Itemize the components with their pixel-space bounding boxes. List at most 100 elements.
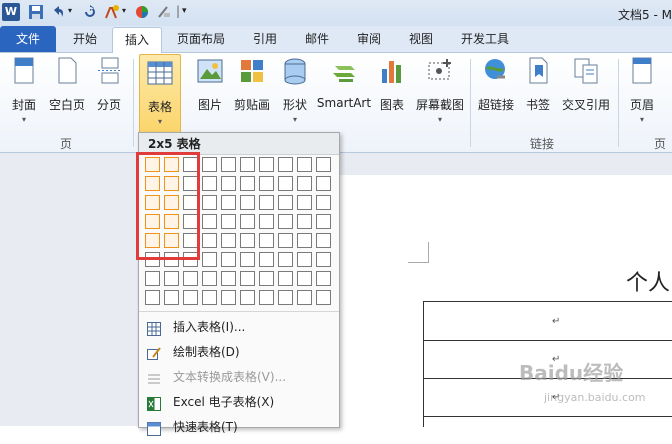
customize-qat-icon[interactable]: ▾ — [182, 6, 187, 16]
table-grid-cell[interactable] — [278, 290, 293, 305]
table-grid-cell[interactable] — [202, 157, 217, 172]
table-grid-cell[interactable] — [240, 157, 255, 172]
table-grid-cell[interactable] — [202, 214, 217, 229]
table-row[interactable]: ↵ — [424, 302, 672, 341]
table-grid-cell[interactable] — [240, 195, 255, 210]
clip-art-button[interactable]: 剪贴画 — [232, 57, 272, 127]
menu-item-excel[interactable]: Excel 电子表格(X) — [139, 390, 339, 414]
table-grid-cell[interactable] — [183, 290, 198, 305]
redo-icon[interactable] — [82, 4, 98, 20]
table-grid-cell[interactable] — [221, 214, 236, 229]
table-grid-cell[interactable] — [221, 176, 236, 191]
table-grid-cell[interactable] — [240, 271, 255, 286]
table-grid-cell[interactable] — [145, 290, 160, 305]
table-grid-cell[interactable] — [297, 176, 312, 191]
table-grid-cell[interactable] — [240, 214, 255, 229]
table-grid-cell[interactable] — [145, 271, 160, 286]
header-button[interactable]: 页眉 ▾ — [626, 57, 658, 127]
table-grid-cell[interactable] — [316, 271, 331, 286]
screenshot-button[interactable]: 屏幕截图 ▾ — [412, 57, 468, 127]
table-grid-cell[interactable] — [164, 271, 179, 286]
tab-review[interactable]: 审阅 — [346, 26, 392, 52]
table-button[interactable]: 表格 ▾ — [139, 54, 181, 134]
table-grid-cell[interactable] — [316, 233, 331, 248]
cross-reference-button[interactable]: 交叉引用 — [560, 57, 612, 127]
smartart-button[interactable]: SmartArt — [316, 57, 372, 127]
table-grid-cell[interactable] — [202, 195, 217, 210]
table-grid-cell[interactable] — [278, 195, 293, 210]
undo-dropdown-icon[interactable]: ▾ — [68, 6, 72, 15]
table-grid-cell[interactable] — [297, 290, 312, 305]
table-grid-cell[interactable] — [316, 214, 331, 229]
tab-page-layout[interactable]: 页面布局 — [168, 26, 234, 52]
table-grid-cell[interactable] — [278, 233, 293, 248]
table-grid-cell[interactable] — [221, 252, 236, 267]
menu-item-quick-table[interactable]: 快速表格(T) — [139, 415, 339, 439]
save-icon[interactable] — [28, 4, 44, 20]
table-grid-cell[interactable] — [221, 195, 236, 210]
table-grid-cell[interactable] — [202, 176, 217, 191]
table-grid-cell[interactable] — [240, 176, 255, 191]
cover-page-button[interactable]: 封面 ▾ — [6, 57, 42, 127]
tab-insert[interactable]: 插入 — [112, 27, 162, 54]
picture-button[interactable]: 图片 — [194, 57, 226, 127]
table-grid-cell[interactable] — [202, 252, 217, 267]
table-grid-cell[interactable] — [221, 233, 236, 248]
table-grid-cell[interactable] — [278, 214, 293, 229]
table-grid-cell[interactable] — [221, 271, 236, 286]
tab-file[interactable]: 文件 — [0, 26, 56, 52]
table-grid-cell[interactable] — [316, 252, 331, 267]
tab-home[interactable]: 开始 — [62, 26, 108, 52]
table-grid-cell[interactable] — [259, 176, 274, 191]
table-grid-cell[interactable] — [297, 214, 312, 229]
format-painter-dropdown-icon[interactable]: ▾ — [122, 6, 126, 15]
table-grid-cell[interactable] — [278, 157, 293, 172]
table-grid-cell[interactable] — [183, 271, 198, 286]
table-grid-cell[interactable] — [316, 195, 331, 210]
tab-view[interactable]: 视图 — [398, 26, 444, 52]
table-grid-cell[interactable] — [259, 271, 274, 286]
table-grid-cell[interactable] — [297, 271, 312, 286]
color-wheel-icon[interactable] — [134, 4, 150, 20]
table-grid-cell[interactable] — [259, 214, 274, 229]
table-grid-cell[interactable] — [297, 195, 312, 210]
page-break-button[interactable]: 分页 — [92, 57, 126, 127]
table-grid-cell[interactable] — [164, 290, 179, 305]
table-grid-cell[interactable] — [278, 252, 293, 267]
table-grid-cell[interactable] — [259, 157, 274, 172]
tab-mailings[interactable]: 邮件 — [294, 26, 340, 52]
table-grid-cell[interactable] — [221, 290, 236, 305]
table-grid-cell[interactable] — [202, 271, 217, 286]
table-grid-cell[interactable] — [259, 233, 274, 248]
table-grid-cell[interactable] — [297, 252, 312, 267]
blank-page-button[interactable]: 空白页 — [44, 57, 90, 127]
table-grid-cell[interactable] — [202, 290, 217, 305]
document-heading[interactable]: 个人 — [626, 265, 670, 297]
table-grid-cell[interactable] — [259, 290, 274, 305]
bookmark-button[interactable]: 书签 — [522, 57, 554, 127]
table-grid-cell[interactable] — [202, 233, 217, 248]
table-grid-cell[interactable] — [259, 252, 274, 267]
table-grid-cell[interactable] — [316, 157, 331, 172]
table-grid-cell[interactable] — [316, 290, 331, 305]
table-grid-cell[interactable] — [278, 271, 293, 286]
undo-icon[interactable] — [50, 4, 66, 20]
table-grid-cell[interactable] — [278, 176, 293, 191]
table-grid-cell[interactable] — [240, 252, 255, 267]
word-app-icon[interactable]: W — [2, 3, 20, 21]
clear-format-icon[interactable] — [156, 4, 172, 20]
table-grid-cell[interactable] — [297, 233, 312, 248]
table-grid-cell[interactable] — [316, 176, 331, 191]
table-grid-cell[interactable] — [259, 195, 274, 210]
table-grid-cell[interactable] — [240, 290, 255, 305]
menu-item-insert-table[interactable]: 插入表格(I)... — [139, 315, 339, 339]
table-grid-cell[interactable] — [221, 157, 236, 172]
chart-button[interactable]: 图表 — [376, 57, 408, 127]
hyperlink-button[interactable]: 超链接 — [476, 57, 516, 127]
shapes-button[interactable]: 形状 ▾ — [278, 57, 312, 127]
menu-item-draw-table[interactable]: 绘制表格(D) — [139, 340, 339, 364]
table-grid-cell[interactable] — [297, 157, 312, 172]
tab-developer[interactable]: 开发工具 — [452, 26, 518, 52]
tab-references[interactable]: 引用 — [242, 26, 288, 52]
format-painter-icon[interactable] — [104, 4, 120, 20]
